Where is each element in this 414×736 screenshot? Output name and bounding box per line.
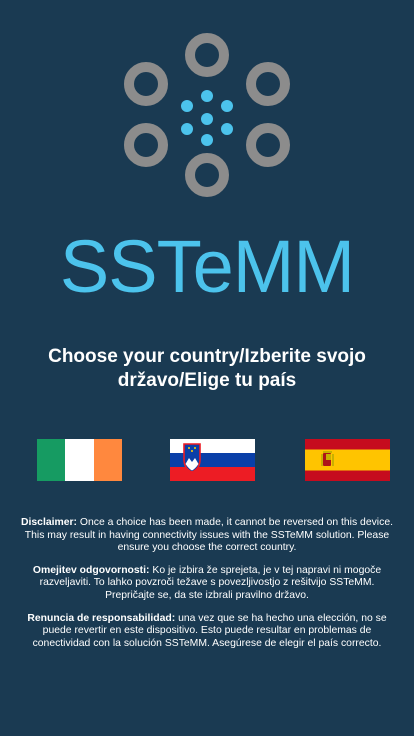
logo-ring (246, 123, 290, 167)
brand-wordmark: SSTeMM (59, 225, 355, 308)
spain-flag-icon (305, 439, 390, 481)
ireland-flag-button[interactable] (37, 439, 122, 481)
logo-dot (221, 123, 233, 135)
logo-ring (185, 33, 229, 77)
spain-flag-button[interactable] (305, 439, 390, 481)
sstemm-logo-icon (124, 33, 290, 197)
logo-dot (181, 123, 193, 135)
logo-dot (201, 113, 213, 125)
slovenia-flag-button[interactable] (170, 439, 255, 481)
slovenia-flag-icon (170, 439, 255, 481)
logo-ring (124, 123, 168, 167)
disclaimer-spanish: Renuncia de responsabilidad: una vez que… (27, 612, 387, 649)
country-selection-screen: SSTeMM Choose your country/Izberite svoj… (0, 0, 414, 736)
logo-ring (124, 62, 168, 106)
page-title: Choose your country/Izberite svojo držav… (48, 346, 366, 391)
logo-dot (201, 90, 213, 102)
logo-dot (201, 134, 213, 146)
ireland-flag-icon (37, 439, 66, 481)
logo-dot (181, 100, 193, 112)
logo-ring (185, 153, 229, 197)
country-flag-list (0, 439, 414, 481)
disclaimer-section: Disclaimer: Once a choice has been made,… (14, 517, 400, 660)
logo-dot (221, 100, 233, 112)
logo-ring (246, 62, 290, 106)
disclaimer-english: Disclaimer: Once a choice has been made,… (21, 517, 393, 554)
disclaimer-slovenian: Omejitev odgovornosti: Ko je izbira že s… (32, 564, 382, 601)
